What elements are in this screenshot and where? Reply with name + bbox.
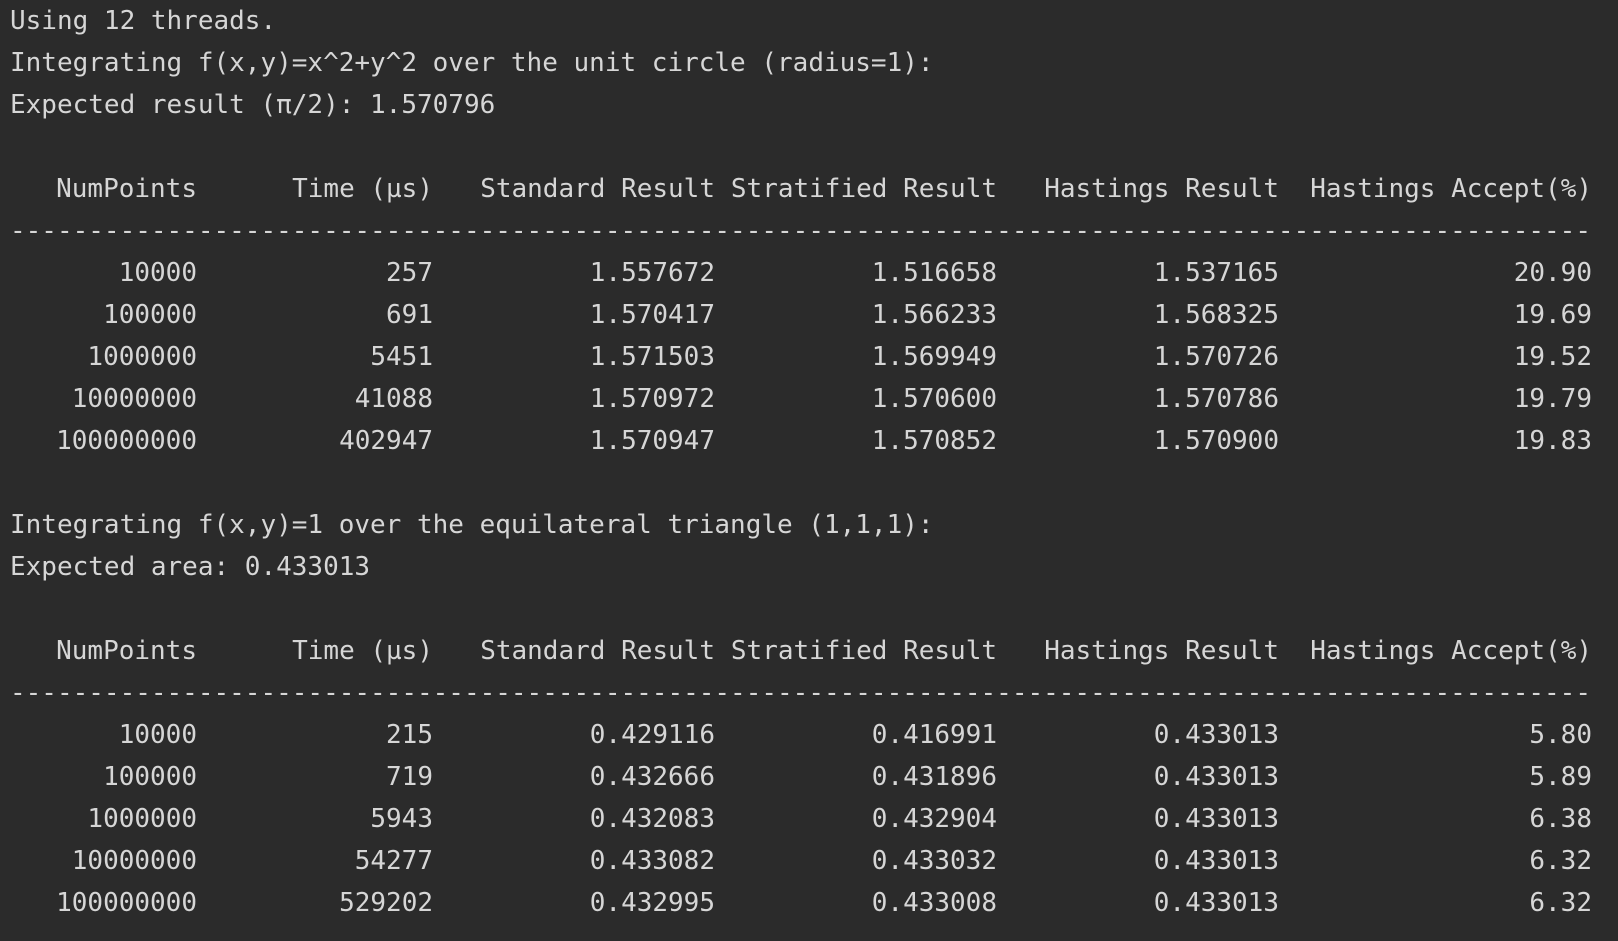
cell-hastings: 1.570900 bbox=[1153, 426, 1279, 456]
cell-time: 257 bbox=[386, 258, 433, 288]
circle-title-line: Integrating f(x,y)=x^2+y^2 over the unit… bbox=[10, 48, 934, 78]
column-header-hastings: Hastings Result bbox=[1044, 636, 1279, 666]
cell-hastings-accept: 6.38 bbox=[1529, 804, 1592, 834]
cell-time: 529202 bbox=[339, 888, 433, 918]
cell-hastings: 0.433013 bbox=[1153, 720, 1279, 750]
cell-numpoints: 100000000 bbox=[56, 426, 197, 456]
column-header-stratified: Stratified Result bbox=[730, 174, 997, 204]
column-header-standard: Standard Result bbox=[480, 636, 715, 666]
cell-standard: 1.570972 bbox=[589, 384, 715, 414]
cell-standard: 1.570947 bbox=[589, 426, 715, 456]
table-row: 10000000 54277 0.433082 0.433032 0.43301… bbox=[10, 840, 1618, 882]
cell-stratified: 1.570852 bbox=[871, 426, 997, 456]
cell-stratified: 0.432904 bbox=[871, 804, 997, 834]
cell-hastings: 1.570726 bbox=[1153, 342, 1279, 372]
cell-hastings: 1.568325 bbox=[1153, 300, 1279, 330]
cell-time: 41088 bbox=[354, 384, 433, 414]
column-header-hastings-accept: Hastings Accept(%) bbox=[1310, 174, 1592, 204]
column-header-numpoints: NumPoints bbox=[56, 174, 197, 204]
table-separator: ----------------------------------------… bbox=[10, 216, 1594, 246]
cell-hastings-accept: 6.32 bbox=[1529, 846, 1592, 876]
cell-stratified: 1.569949 bbox=[871, 342, 997, 372]
column-header-numpoints: NumPoints bbox=[56, 636, 197, 666]
cell-standard: 0.432083 bbox=[589, 804, 715, 834]
cell-hastings: 0.433013 bbox=[1153, 888, 1279, 918]
column-header-hastings: Hastings Result bbox=[1044, 174, 1279, 204]
circle-expected-line: Expected result (π/2): 1.570796 bbox=[10, 90, 496, 120]
cell-time: 54277 bbox=[354, 846, 433, 876]
cell-numpoints: 1000000 bbox=[87, 342, 197, 372]
cell-numpoints: 100000000 bbox=[56, 888, 197, 918]
table-row: 100000 719 0.432666 0.431896 0.433013 5.… bbox=[10, 756, 1618, 798]
cell-hastings-accept: 6.32 bbox=[1529, 888, 1592, 918]
cell-standard: 0.432666 bbox=[589, 762, 715, 792]
cell-standard: 0.433082 bbox=[589, 846, 715, 876]
cell-stratified: 0.431896 bbox=[871, 762, 997, 792]
triangle-expected-line: Expected area: 0.433013 bbox=[10, 552, 371, 582]
cell-numpoints: 100000 bbox=[103, 300, 197, 330]
cell-numpoints: 10000000 bbox=[71, 384, 197, 414]
cell-hastings-accept: 19.79 bbox=[1513, 384, 1592, 414]
column-header-stratified: Stratified Result bbox=[730, 636, 997, 666]
cell-hastings-accept: 19.83 bbox=[1513, 426, 1592, 456]
cell-stratified: 1.570600 bbox=[871, 384, 997, 414]
column-header-time: Time (µs) bbox=[292, 636, 433, 666]
cell-numpoints: 10000 bbox=[118, 258, 197, 288]
cell-numpoints: 10000000 bbox=[71, 846, 197, 876]
cell-stratified: 1.516658 bbox=[871, 258, 997, 288]
cell-standard: 1.557672 bbox=[589, 258, 715, 288]
cell-time: 691 bbox=[386, 300, 433, 330]
table-row: 1000000 5943 0.432083 0.432904 0.433013 … bbox=[10, 798, 1618, 840]
table-row: 100000000 402947 1.570947 1.570852 1.570… bbox=[10, 420, 1618, 462]
table-row: 100000000 529202 0.432995 0.433008 0.433… bbox=[10, 882, 1618, 924]
cell-stratified: 0.433008 bbox=[871, 888, 997, 918]
circle-table-header: NumPoints Time (µs) Standard Result Stra… bbox=[10, 168, 1618, 210]
cell-hastings-accept: 5.89 bbox=[1529, 762, 1592, 792]
cell-standard: 1.571503 bbox=[589, 342, 715, 372]
column-header-standard: Standard Result bbox=[480, 174, 715, 204]
cell-stratified: 0.416991 bbox=[871, 720, 997, 750]
column-header-hastings-accept: Hastings Accept(%) bbox=[1310, 636, 1592, 666]
cell-time: 215 bbox=[386, 720, 433, 750]
cell-time: 719 bbox=[386, 762, 433, 792]
cell-hastings-accept: 19.69 bbox=[1513, 300, 1592, 330]
table-row: 10000 215 0.429116 0.416991 0.433013 5.8… bbox=[10, 714, 1618, 756]
cell-hastings: 0.433013 bbox=[1153, 846, 1279, 876]
table-row: 10000 257 1.557672 1.516658 1.537165 20.… bbox=[10, 252, 1618, 294]
cell-time: 402947 bbox=[339, 426, 433, 456]
cell-hastings: 0.433013 bbox=[1153, 804, 1279, 834]
table-separator: ----------------------------------------… bbox=[10, 678, 1594, 708]
triangle-title-line: Integrating f(x,y)=1 over the equilatera… bbox=[10, 510, 934, 540]
threads-line: Using 12 threads. bbox=[10, 6, 277, 36]
triangle-table-header: NumPoints Time (µs) Standard Result Stra… bbox=[10, 630, 1618, 672]
cell-standard: 0.432995 bbox=[589, 888, 715, 918]
cell-hastings: 0.433013 bbox=[1153, 762, 1279, 792]
console-output[interactable]: Using 12 threads. Integrating f(x,y)=x^2… bbox=[0, 0, 1618, 941]
cell-numpoints: 100000 bbox=[103, 762, 197, 792]
table-row: 100000 691 1.570417 1.566233 1.568325 19… bbox=[10, 294, 1618, 336]
cell-standard: 1.570417 bbox=[589, 300, 715, 330]
cell-time: 5451 bbox=[370, 342, 433, 372]
cell-hastings: 1.570786 bbox=[1153, 384, 1279, 414]
cell-time: 5943 bbox=[370, 804, 433, 834]
table-row: 1000000 5451 1.571503 1.569949 1.570726 … bbox=[10, 336, 1618, 378]
cell-numpoints: 10000 bbox=[118, 720, 197, 750]
column-header-time: Time (µs) bbox=[292, 174, 433, 204]
cell-hastings-accept: 19.52 bbox=[1513, 342, 1592, 372]
cell-hastings: 1.537165 bbox=[1153, 258, 1279, 288]
cell-standard: 0.429116 bbox=[589, 720, 715, 750]
cell-stratified: 0.433032 bbox=[871, 846, 997, 876]
table-row: 10000000 41088 1.570972 1.570600 1.57078… bbox=[10, 378, 1618, 420]
cell-hastings-accept: 20.90 bbox=[1513, 258, 1592, 288]
cell-stratified: 1.566233 bbox=[871, 300, 997, 330]
cell-hastings-accept: 5.80 bbox=[1529, 720, 1592, 750]
cell-numpoints: 1000000 bbox=[87, 804, 197, 834]
